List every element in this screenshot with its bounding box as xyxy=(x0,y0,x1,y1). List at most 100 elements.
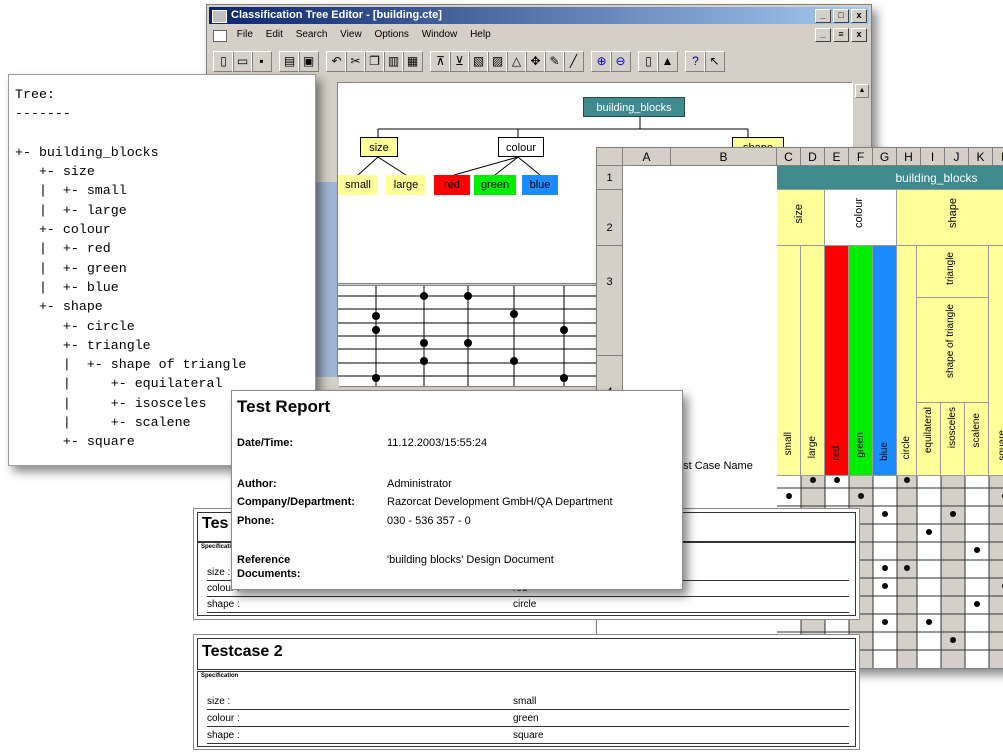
row-key: size : xyxy=(207,567,231,578)
doc-minimize-button[interactable]: _ xyxy=(815,28,831,42)
undo-icon[interactable]: ↶ xyxy=(326,51,347,72)
sheet-shape-cell[interactable]: shape xyxy=(897,190,1003,246)
sheet-triangle-label: triangle xyxy=(945,252,956,285)
leaf-column-green[interactable]: green xyxy=(849,246,873,476)
report-ref-value: 'building blocks' Design Document xyxy=(387,554,554,566)
tree-line: | +- red xyxy=(15,241,111,257)
row-header-1[interactable]: 1 xyxy=(597,166,623,190)
delete-icon[interactable]: ▦ xyxy=(402,51,423,72)
col-header-d[interactable]: D xyxy=(801,148,825,166)
col-header-k[interactable]: K xyxy=(969,148,993,166)
col-header-g[interactable]: G xyxy=(873,148,897,166)
leaf-column-red[interactable]: red xyxy=(825,246,849,476)
leaf-column-isosceles[interactable]: isosceles xyxy=(941,403,965,476)
col-header-b[interactable]: B xyxy=(671,148,777,166)
col-header-a[interactable]: A xyxy=(623,148,671,166)
maximize-button[interactable]: □ xyxy=(833,9,849,23)
tree-line: Tree: xyxy=(15,87,55,102)
sheet-shape-of-triangle-cell[interactable]: shape of triangle xyxy=(917,298,989,403)
scroll-up-arrow[interactable]: ▲ xyxy=(855,84,869,98)
menu-file[interactable]: File xyxy=(237,29,253,40)
node-blue[interactable]: blue xyxy=(522,175,558,195)
leaf-column-square[interactable]: square xyxy=(989,246,1003,476)
paste-icon[interactable]: ▥ xyxy=(383,51,404,72)
node-colour[interactable]: colour xyxy=(498,137,544,157)
grid-icon[interactable]: ▧ xyxy=(468,51,489,72)
tree-bold-icon[interactable]: ⊻ xyxy=(449,51,470,72)
row-header-3[interactable]: 3 xyxy=(597,246,623,356)
minimize-button[interactable]: _ xyxy=(815,9,831,23)
node-large[interactable]: large xyxy=(386,175,426,195)
sheet-shape-of-triangle-label: shape of triangle xyxy=(945,304,956,378)
testcase-1-row-shape: shape : circle xyxy=(207,597,849,613)
sheet-colour-cell[interactable]: colour xyxy=(825,190,897,246)
testcase-2-spec-box: Specification size : small colour : green … xyxy=(197,671,856,747)
menu-options[interactable]: Options xyxy=(374,29,408,40)
wand-icon[interactable]: ✎ xyxy=(544,51,565,72)
move-icon[interactable]: ✥ xyxy=(525,51,546,72)
corner-cell[interactable] xyxy=(597,148,623,166)
col-header-i[interactable]: I xyxy=(921,148,945,166)
report-ref-label-2: Documents: xyxy=(237,568,301,580)
open-icon[interactable]: ▭ xyxy=(232,51,253,72)
cut-icon[interactable]: ✂ xyxy=(345,51,366,72)
col-header-l[interactable]: L xyxy=(993,148,1003,166)
doc-restore-button[interactable]: ≡ xyxy=(833,28,849,42)
node-green[interactable]: green xyxy=(474,175,516,195)
triangle-icon[interactable]: △ xyxy=(506,51,527,72)
print-icon[interactable]: ▤ xyxy=(279,51,300,72)
sheet-root-cell[interactable]: building_blocks xyxy=(777,166,1003,190)
tree-line: | +- isosceles xyxy=(15,395,207,411)
copy-icon[interactable]: ❐ xyxy=(364,51,385,72)
sheet-shape-label: shape xyxy=(947,198,959,228)
tree-line: +- circle xyxy=(15,318,135,334)
combination-table[interactable] xyxy=(337,285,597,387)
leaf-column-equilateral[interactable]: equilateral xyxy=(917,403,941,476)
preview-icon[interactable]: ▣ xyxy=(298,51,319,72)
page-icon[interactable]: ▯ xyxy=(638,51,659,72)
menu-help[interactable]: Help xyxy=(470,29,491,40)
save-icon[interactable]: ▪ xyxy=(251,51,272,72)
tree-line: +- colour xyxy=(15,222,111,238)
document-icon[interactable] xyxy=(213,30,227,42)
pen-icon[interactable]: ╱ xyxy=(563,51,584,72)
sheet-triangle-cell[interactable]: triangle xyxy=(917,246,989,298)
row-key: shape : xyxy=(207,730,240,741)
menu-search[interactable]: Search xyxy=(296,29,328,40)
close-button[interactable]: x xyxy=(851,9,867,23)
col-header-e[interactable]: E xyxy=(825,148,849,166)
report-company-value: Razorcat Development GmbH/QA Department xyxy=(387,496,613,508)
leaf-column-blue[interactable]: blue xyxy=(873,246,897,476)
leaf-column-small[interactable]: small xyxy=(777,246,801,476)
tree-icon[interactable]: ⊼ xyxy=(430,51,451,72)
col-header-h[interactable]: H xyxy=(897,148,921,166)
report-ref-label-1: Reference xyxy=(237,554,291,566)
zoom-in-icon[interactable]: ⊕ xyxy=(591,51,612,72)
grid2-icon[interactable]: ▨ xyxy=(487,51,508,72)
node-small[interactable]: small xyxy=(338,175,378,195)
col-header-f[interactable]: F xyxy=(849,148,873,166)
doc-close-button[interactable]: x xyxy=(851,28,867,42)
tree-line: +- building_blocks xyxy=(15,144,159,160)
new-icon[interactable]: ▯ xyxy=(213,51,234,72)
context-help-icon[interactable]: ↖ xyxy=(704,51,725,72)
menu-window[interactable]: Window xyxy=(422,29,458,40)
menu-edit[interactable]: Edit xyxy=(266,29,283,40)
col-header-j[interactable]: J xyxy=(945,148,969,166)
zoom-out-icon[interactable]: ⊖ xyxy=(610,51,631,72)
sheet-size-cell[interactable]: size xyxy=(777,190,825,246)
leaf-equilateral: equilateral xyxy=(923,407,934,454)
testcase-2-title: Testcase 2 xyxy=(202,643,283,660)
node-building-blocks[interactable]: building_blocks xyxy=(583,97,685,117)
node-red[interactable]: red xyxy=(434,175,470,195)
leaf-column-circle[interactable]: circle xyxy=(897,246,917,476)
leaf-column-scalene[interactable]: scalene xyxy=(965,403,989,476)
leaf-column-large[interactable]: large xyxy=(801,246,825,476)
col-header-c[interactable]: C xyxy=(777,148,801,166)
menu-view[interactable]: View xyxy=(340,29,362,40)
up-icon[interactable]: ▲ xyxy=(657,51,678,72)
node-size[interactable]: size xyxy=(360,137,398,157)
tree-line: +- shape xyxy=(15,299,103,315)
help-icon[interactable]: ? xyxy=(685,51,706,72)
row-header-2[interactable]: 2 xyxy=(597,190,623,246)
